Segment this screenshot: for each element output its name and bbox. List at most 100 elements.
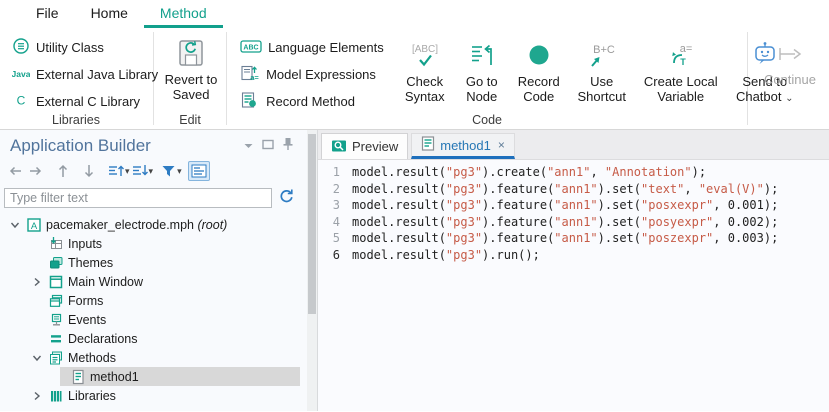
tree-item-events[interactable]: Events [0, 310, 300, 329]
external-c-library-button[interactable]: C External C Library [6, 88, 148, 115]
tree-item-inputs[interactable]: Inputs [0, 234, 300, 253]
tree-item-declarations[interactable]: Declarations [0, 329, 300, 348]
group-continue: Continue [749, 28, 829, 129]
expander-expanded-icon[interactable] [6, 220, 24, 230]
svg-text:A: A [31, 221, 38, 232]
tree-item-methods[interactable]: Methods [0, 348, 300, 367]
external-java-library-label: External Java Library [36, 67, 158, 82]
main-window-icon [46, 274, 66, 290]
close-tab-icon[interactable]: × [498, 138, 505, 152]
float-window-icon[interactable] [262, 137, 274, 155]
tree-item-method1[interactable]: method1 [0, 367, 300, 386]
language-elements-button[interactable]: ABC Language Elements [234, 34, 390, 61]
revert-to-saved-label: Revert to Saved [161, 72, 221, 102]
code-line-5[interactable]: 5model.result("pg3").feature("ann1").set… [318, 230, 829, 247]
expand-down-button[interactable]: ▾ [132, 161, 154, 181]
abc-box-icon: ABC [240, 37, 262, 58]
go-to-node-icon [467, 38, 497, 74]
utility-class-icon [12, 37, 30, 58]
pin-icon[interactable] [282, 137, 294, 156]
nav-forward-button[interactable] [26, 161, 44, 181]
language-elements-label: Language Elements [268, 40, 384, 55]
expander-collapsed-icon[interactable] [28, 277, 46, 287]
record-code-label: Record Code [512, 74, 566, 104]
chevron-down-icon: ▾ [149, 166, 154, 177]
editor-tab-bar: Preview method1 × [318, 130, 829, 160]
line-number: 6 [318, 247, 352, 264]
continue-button[interactable]: Continue [755, 32, 825, 87]
ribbon-separator [226, 32, 227, 125]
check-syntax-button[interactable]: [ABC] Check Syntax [398, 34, 452, 104]
expander-expanded-icon[interactable] [28, 353, 46, 363]
nav-back-button[interactable] [6, 161, 24, 181]
tree-item-libraries[interactable]: Libraries [0, 386, 300, 405]
method-editor: Preview method1 × 1model.result("pg3").c… [318, 130, 829, 411]
tree-item-pacemaker-electrode-mph[interactable]: Apacemaker_electrode.mph (root) [0, 215, 300, 234]
go-to-node-button[interactable]: Go to Node [458, 34, 506, 104]
filter-button[interactable]: ▾ [161, 161, 182, 181]
code-editor-area[interactable]: 1model.result("pg3").create("ann1", "Ann… [318, 160, 829, 411]
collapse-panel-icon[interactable] [243, 137, 254, 155]
revert-to-saved-icon [176, 36, 206, 72]
tree-item-label: Forms [66, 294, 103, 308]
code-line-1[interactable]: 1model.result("pg3").create("ann1", "Ann… [318, 164, 829, 181]
record-code-button[interactable]: Record Code [512, 34, 566, 104]
tree-item-label: Inputs [66, 237, 102, 251]
code-line-6[interactable]: 6model.result("pg3").run(); [318, 247, 829, 264]
code-line-text: model.result("pg3").create("ann1", "Anno… [352, 164, 706, 181]
create-local-variable-label: Create Local Variable [642, 74, 720, 104]
code-line-2[interactable]: 2model.result("pg3").feature("ann1").set… [318, 181, 829, 198]
revert-to-saved-button[interactable]: Revert to Saved [161, 32, 221, 102]
continue-icon [775, 36, 805, 72]
code-line-3[interactable]: 3model.result("pg3").feature("ann1").set… [318, 197, 829, 214]
tree-item-themes[interactable]: Themes [0, 253, 300, 272]
line-number: 2 [318, 181, 352, 198]
inputs-icon [46, 236, 66, 252]
svg-text:T: T [680, 57, 686, 67]
move-down-button[interactable] [80, 161, 98, 181]
methods-icon [46, 350, 66, 366]
tab-method1[interactable]: method1 × [411, 133, 515, 159]
code-line-4[interactable]: 4model.result("pg3").feature("ann1").set… [318, 214, 829, 231]
events-icon [46, 312, 66, 328]
use-shortcut-button[interactable]: B+C Use Shortcut [572, 34, 632, 104]
model-expressions-button[interactable]: a= Model Expressions [234, 61, 390, 88]
expander-collapsed-icon[interactable] [28, 391, 46, 401]
tree-scrollbar-thumb[interactable] [308, 134, 316, 314]
group-label-edit: Edit [155, 113, 225, 127]
line-number: 3 [318, 197, 352, 214]
ribbon-body: Utility Class Java External Java Library… [0, 28, 829, 129]
model-expressions-label: Model Expressions [266, 67, 376, 82]
tab-file[interactable]: File [20, 0, 75, 28]
application-tree: Apacemaker_electrode.mph (root) Inputs The… [0, 212, 300, 405]
chevron-down-icon: ▾ [177, 166, 182, 177]
record-method-button[interactable]: Record Method [234, 88, 390, 115]
tree-item-label: Themes [66, 256, 113, 270]
use-shortcut-icon: B+C [585, 38, 619, 74]
app-root-icon: A [24, 217, 44, 233]
application-builder-panel: Application Builder ▾ ▾ ▾ [0, 130, 318, 411]
expand-up-button[interactable]: ▾ [108, 161, 130, 181]
continue-label: Continue [764, 72, 816, 87]
filter-input[interactable] [4, 188, 272, 208]
external-java-library-button[interactable]: Java External Java Library [6, 61, 148, 88]
line-number: 5 [318, 230, 352, 247]
tab-method[interactable]: Method [144, 0, 223, 28]
line-number: 4 [318, 214, 352, 231]
tree-item-forms[interactable]: Forms [0, 291, 300, 310]
ribbon-tab-bar: File Home Method [0, 0, 829, 28]
utility-class-button[interactable]: Utility Class [6, 34, 148, 61]
tree-scrollbar[interactable] [307, 130, 317, 411]
group-libraries: Utility Class Java External Java Library… [0, 28, 152, 129]
tree-toolbar: ▾ ▾ ▾ [0, 156, 300, 185]
create-local-variable-button[interactable]: a=T Create Local Variable [638, 34, 724, 104]
move-up-button[interactable] [54, 161, 72, 181]
show-program-tree-toggle[interactable] [188, 161, 210, 181]
refresh-icon[interactable] [278, 187, 294, 208]
tree-item-label: Events [66, 313, 106, 327]
tree-item-main-window[interactable]: Main Window [0, 272, 300, 291]
tab-preview[interactable]: Preview [321, 133, 408, 159]
tab-preview-label: Preview [352, 139, 398, 154]
tab-home[interactable]: Home [75, 0, 144, 28]
tree-item-label: Libraries [66, 389, 116, 403]
